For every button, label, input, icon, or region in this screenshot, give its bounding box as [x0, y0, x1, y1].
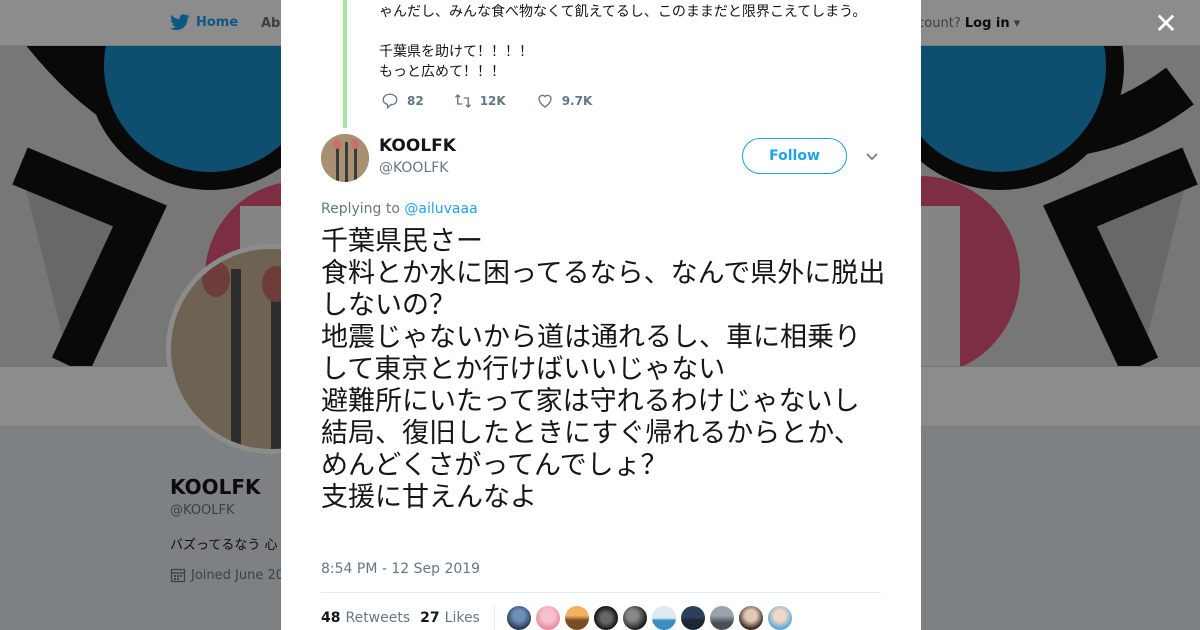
tweet-text-line: 支援に甘えんなよ: [321, 482, 537, 513]
thread-connector-line: [343, 0, 347, 128]
likes-label: Likes: [444, 610, 480, 626]
retweet-button[interactable]: 12K: [454, 92, 506, 110]
heart-icon: [538, 94, 552, 108]
likes-stat[interactable]: 27 Likes: [420, 610, 480, 626]
replying-to: Replying to @ailuvaaa: [321, 201, 478, 217]
follow-button[interactable]: Follow: [742, 138, 847, 174]
divider: [321, 592, 881, 593]
liker-avatar[interactable]: [564, 606, 589, 630]
liker-avatar[interactable]: [593, 606, 618, 630]
author-avatar[interactable]: [321, 134, 369, 182]
chevron-down-icon[interactable]: [864, 148, 880, 164]
tweet-stats: 48 Retweets 27 Likes: [321, 605, 792, 630]
like-button[interactable]: 9.7K: [536, 92, 593, 110]
liker-avatar[interactable]: [738, 606, 763, 630]
retweet-count: 12K: [479, 94, 506, 108]
liker-avatar[interactable]: [767, 606, 792, 630]
previous-tweet-line: 千葉県を助けて！！！！: [379, 44, 533, 60]
tweet-text-line: 千葉県民さー: [321, 226, 483, 257]
liker-avatar[interactable]: [535, 606, 560, 630]
previous-tweet-line: もっと広めて！！！: [379, 64, 505, 80]
replying-to-handle[interactable]: @ailuvaaa: [404, 201, 477, 217]
tweet-modal: ゃんだし、みんな食べ物なくて飢えてるし、このままだと限界こえてしまう。 千葉県を…: [281, 0, 921, 630]
liker-avatar[interactable]: [709, 606, 734, 630]
close-icon[interactable]: ✕: [1152, 10, 1180, 38]
previous-tweet-actions: 82 12K 9.7K: [381, 92, 622, 110]
liker-avatar[interactable]: [680, 606, 705, 630]
retweets-count: 48: [321, 610, 341, 626]
tweet-text-line: 食料とか水に困ってるなら、なんで県外に脱出しないの？: [321, 258, 886, 321]
previous-tweet-spacer: [379, 22, 899, 42]
liker-avatar[interactable]: [506, 606, 531, 630]
retweets-label: Retweets: [345, 610, 411, 626]
reply-icon: [382, 93, 398, 110]
tweet-text-line: 地震じゃないから道は通れるし、車に相乗りして東京とか行けばいいじゃない: [321, 322, 861, 385]
tweet-text-line: 結局、復旧したときにすぐ帰れるからとか、めんどくさがってんでしょ？: [321, 418, 861, 481]
stats-separator: [493, 605, 495, 630]
tweet-text: 千葉県民さー 食料とか水に困ってるなら、なんで県外に脱出しないの？ 地震じゃない…: [321, 226, 886, 514]
previous-tweet-text: ゃんだし、みんな食べ物なくて飢えてるし、このままだと限界こえてしまう。 千葉県を…: [379, 2, 899, 82]
liker-avatars: [506, 606, 792, 630]
reply-count: 82: [407, 94, 424, 108]
tweet-timestamp[interactable]: 8:54 PM - 12 Sep 2019: [321, 561, 480, 577]
retweet-icon: [454, 94, 471, 108]
likes-count: 27: [420, 610, 440, 626]
author-name[interactable]: KOOLFK: [379, 136, 456, 156]
reply-button[interactable]: 82: [381, 92, 424, 110]
replying-to-label: Replying to: [321, 201, 400, 217]
author-handle[interactable]: @KOOLFK: [379, 160, 449, 176]
liker-avatar[interactable]: [651, 606, 676, 630]
retweets-stat[interactable]: 48 Retweets: [321, 610, 410, 626]
tweet-text-line: 避難所にいたって家は守れるわけじゃないし: [321, 386, 860, 417]
liker-avatar[interactable]: [622, 606, 647, 630]
previous-tweet-line: ゃんだし、みんな食べ物なくて飢えてるし、このままだと限界こえてしまう。: [379, 4, 867, 20]
like-count: 9.7K: [561, 94, 593, 108]
